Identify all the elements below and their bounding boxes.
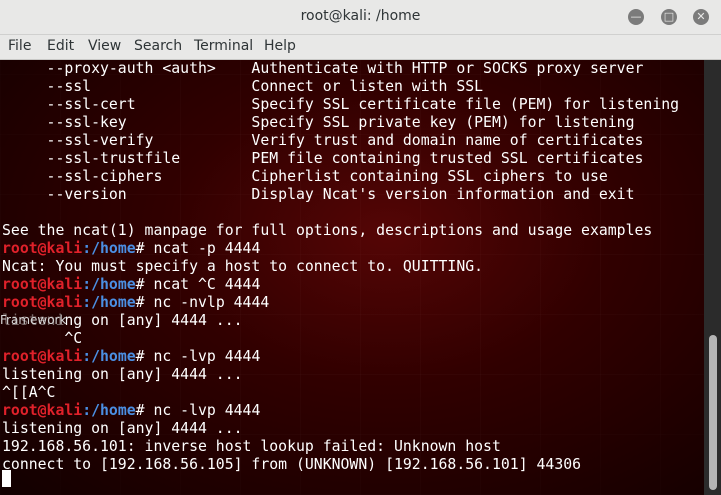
prompt-user: root@kali [2,402,83,419]
output-line: --ssl-ciphers Cipherlist containing SSL … [2,168,608,185]
minimize-icon[interactable]: — [628,9,644,25]
prompt-path: :/home [82,276,136,293]
prompt-user: root@kali [2,348,83,365]
prompt-line: root@kali:/home# nc -nvlp 4444 [2,294,269,312]
prompt-line: root@kali:/home# nc -lvp 4444 [2,402,260,420]
overlay-label: Framework [0,313,67,327]
terminal-output[interactable]: --proxy-auth <auth> Authenticate with HT… [0,60,704,495]
output-line: --ssl-verify Verify trust and domain nam… [2,132,644,149]
prompt-command: # ncat -p 4444 [135,240,261,257]
menu-edit[interactable]: Edit [47,38,74,54]
menu-view[interactable]: View [88,38,121,54]
prompt-user: root@kali [2,276,83,293]
close-icon[interactable]: ✕ [693,9,709,25]
output-line: connect to [192.168.56.105] from (UNKNOW… [2,456,582,473]
output-line: Ncat: You must specify a host to connect… [2,258,484,275]
prompt-line: root@kali:/home# nc -lvp 4444 [2,348,260,366]
prompt-command: # nc -lvp 4444 [135,348,261,365]
prompt-command: # nc -nvlp 4444 [135,294,270,311]
prompt-command: # ncat ^C 4444 [135,276,261,293]
text-cursor [2,470,11,487]
prompt-user: root@kali [2,294,83,311]
menu-terminal[interactable]: Terminal [194,38,253,54]
output-line: --ssl-cert Specify SSL certificate file … [2,96,680,113]
output-line: ^C [2,330,83,347]
output-line: listening on [any] 4444 ... [2,420,243,437]
terminal-window: root@kali: /home — □ ✕ File Edit View Se… [0,0,721,495]
output-line: See the ncat(1) manpage for full options… [2,222,653,239]
menu-file[interactable]: File [8,38,31,54]
prompt-line: root@kali:/home# ncat ^C 4444 [2,276,260,294]
prompt-path: :/home [82,294,136,311]
menu-search[interactable]: Search [134,38,182,54]
scrollbar[interactable] [704,60,721,495]
prompt-line: root@kali:/home# ncat -p 4444 [2,240,260,258]
menu-help[interactable]: Help [264,38,296,54]
output-line: --ssl-trustfile PEM file containing trus… [2,150,644,167]
prompt-path: :/home [82,240,136,257]
prompt-user: root@kali [2,240,83,257]
output-line: listening on [any] 4444 ... [2,366,243,383]
scrollbar-thumb[interactable] [709,335,717,490]
output-line: --ssl Connect or listen with SSL [2,78,484,95]
output-line: --version Display Ncat's version informa… [2,186,635,203]
output-line: ^[[A^C [2,384,56,401]
window-title: root@kali: /home [300,8,421,24]
menu-bar: File Edit View Search Terminal Help [0,35,721,60]
title-bar[interactable]: root@kali: /home — □ ✕ [0,0,721,35]
prompt-path: :/home [82,402,136,419]
prompt-command: # nc -lvp 4444 [135,402,261,419]
output-line: --proxy-auth <auth> Authenticate with HT… [2,60,644,77]
prompt-path: :/home [82,348,136,365]
output-line: --ssl-key Specify SSL private key (PEM) … [2,114,635,131]
output-line: 192.168.56.101: inverse host lookup fail… [2,438,501,455]
maximize-icon[interactable]: □ [661,9,677,25]
